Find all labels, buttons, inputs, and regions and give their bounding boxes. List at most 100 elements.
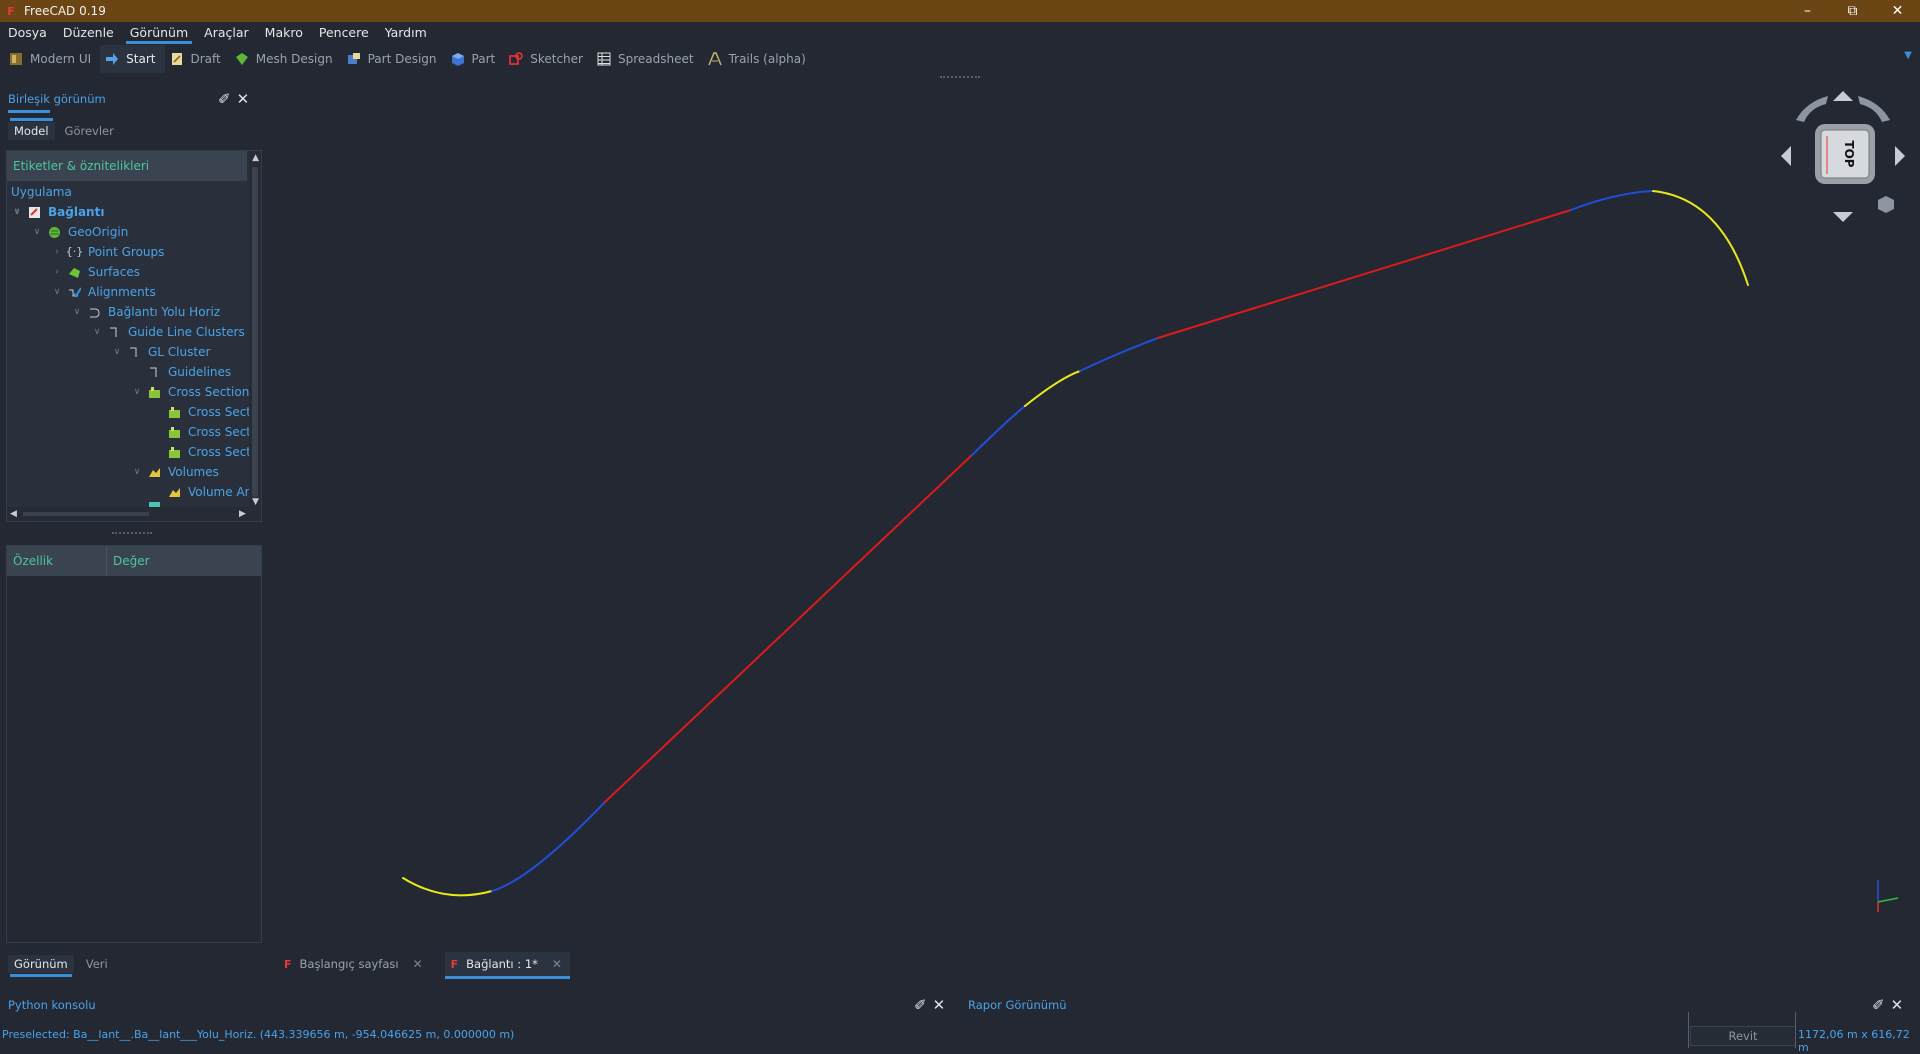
- 3d-viewport[interactable]: [270, 80, 1920, 945]
- freecad-doc-icon: F: [450, 957, 459, 971]
- close-tab-icon[interactable]: ✕: [413, 957, 423, 971]
- window-title: FreeCAD 0.19: [24, 4, 106, 18]
- navigation-style-button[interactable]: Revit: [1690, 1026, 1796, 1046]
- workbench-part[interactable]: Part: [446, 45, 505, 73]
- alignment-tangent-1: [604, 454, 973, 803]
- tree-item-alignments[interactable]: ∨ Alignments: [51, 282, 156, 302]
- workbench-part-design[interactable]: Part Design: [342, 45, 446, 73]
- combo-title-underline: [8, 110, 50, 113]
- tree-item-horizontal-alignment[interactable]: ∨ Bağlantı Yolu Horiz: [71, 302, 220, 322]
- tab-gorevler[interactable]: Görevler: [59, 122, 120, 140]
- expand-arrow-icon[interactable]: ∨: [71, 302, 83, 322]
- expand-arrow-icon[interactable]: ∨: [51, 282, 63, 302]
- close-tab-icon[interactable]: ✕: [552, 957, 562, 971]
- tree-item-cross-section-1[interactable]: Cross Sect: [151, 402, 251, 422]
- tree-item-application[interactable]: Uygulama: [11, 182, 72, 202]
- pin-icon[interactable]: ✐: [1872, 996, 1885, 1014]
- tree-header: Etiketler & öznitelikleri: [7, 151, 247, 181]
- tree-item-point-groups[interactable]: › {·} Point Groups: [51, 242, 164, 262]
- preselection-status: Preselected: Ba__lant__.Ba__lant___Yolu_…: [2, 1028, 515, 1041]
- tab-data-properties[interactable]: Veri: [80, 955, 114, 973]
- toolbar-overflow-chevron-icon[interactable]: ▼: [1904, 50, 1912, 61]
- tree-item-surfaces[interactable]: › Surfaces: [51, 262, 140, 282]
- nav-up-arrow-icon[interactable]: [1833, 91, 1853, 101]
- menu-gorunum[interactable]: Görünüm: [122, 22, 196, 44]
- scroll-down-icon[interactable]: ▼: [252, 497, 259, 507]
- model-tree: Etiketler & öznitelikleri Uygulama ∨ Bağ…: [6, 150, 262, 522]
- tree-item-geoorigin[interactable]: ∨ GeoOrigin: [31, 222, 129, 242]
- nav-down-arrow-icon[interactable]: [1833, 212, 1853, 222]
- tree-horizontal-scrollbar[interactable]: [7, 507, 251, 521]
- tab-view-properties[interactable]: Görünüm: [8, 955, 74, 977]
- tab-document[interactable]: F Bağlantı : 1* ✕: [444, 952, 571, 979]
- menu-yardim[interactable]: Yardım: [377, 22, 435, 44]
- mesh-icon: [234, 51, 250, 67]
- view-menu-cube-icon[interactable]: [1878, 196, 1894, 213]
- workbench-sketcher[interactable]: Sketcher: [504, 45, 592, 73]
- tree-item-volumes[interactable]: ∨ Volumes: [131, 462, 219, 482]
- cross-section-icon: [167, 405, 182, 420]
- minimize-button[interactable]: –: [1785, 0, 1830, 22]
- tree-item-cross-section-2[interactable]: Cross Sect: [151, 422, 251, 442]
- pin-icon[interactable]: ✐: [218, 90, 231, 108]
- view-dimensions: 1172,06 m x 616,72 m: [1798, 1028, 1910, 1054]
- tree-item-cross-sections[interactable]: ∨ Cross Sections: [131, 382, 256, 402]
- tree-item-guide-line-clusters[interactable]: ∨ Guide Line Clusters: [91, 322, 245, 342]
- tree-item-guidelines[interactable]: Guidelines: [131, 362, 231, 382]
- menu-araclar[interactable]: Araçlar: [196, 22, 257, 44]
- python-console-title: Python konsolu: [8, 998, 96, 1012]
- tree-item-document[interactable]: ∨ Bağlantı: [11, 202, 104, 222]
- pin-icon[interactable]: ✐: [914, 996, 927, 1014]
- combo-view-title: Birleşik görünüm: [8, 92, 106, 106]
- toolbar-splitter-grip[interactable]: [940, 76, 980, 78]
- report-view-title: Rapor Görünümü: [968, 998, 1067, 1012]
- restore-button[interactable]: ⧉: [1830, 0, 1875, 22]
- rotate-left-arrow-icon[interactable]: [1796, 96, 1828, 122]
- tree-item-volume-area[interactable]: Volume Ar: [151, 482, 250, 502]
- tab-model[interactable]: Model: [8, 118, 55, 140]
- tree-vertical-scrollbar[interactable]: [249, 151, 261, 521]
- expand-arrow-icon[interactable]: ∨: [31, 222, 43, 242]
- expand-arrow-icon[interactable]: ∨: [111, 342, 123, 362]
- workbench-modern-ui[interactable]: Modern UI: [4, 45, 100, 73]
- start-arrow-icon: [104, 51, 120, 67]
- expand-arrow-icon[interactable]: ∨: [91, 322, 103, 342]
- panel-splitter-grip[interactable]: [112, 532, 152, 534]
- collapse-arrow-icon[interactable]: ›: [51, 242, 63, 262]
- expand-arrow-icon[interactable]: ∨: [131, 462, 143, 482]
- cross-section-icon: [147, 385, 162, 400]
- collapse-arrow-icon[interactable]: ›: [51, 262, 63, 282]
- scroll-left-icon[interactable]: ◀: [10, 509, 17, 519]
- nav-right-arrow-icon[interactable]: [1895, 146, 1905, 166]
- menu-duzenle[interactable]: Düzenle: [55, 22, 122, 44]
- expand-arrow-icon[interactable]: ∨: [11, 202, 23, 222]
- close-panel-icon[interactable]: ✕: [933, 996, 946, 1014]
- menu-dosya[interactable]: Dosya: [0, 22, 55, 44]
- workbench-mesh-design[interactable]: Mesh Design: [230, 45, 342, 73]
- workbench-spreadsheet[interactable]: Spreadsheet: [592, 45, 703, 73]
- value-column-header[interactable]: Değer: [107, 546, 150, 576]
- nav-left-arrow-icon[interactable]: [1781, 146, 1791, 166]
- document-icon: [27, 205, 42, 220]
- close-panel-icon[interactable]: ✕: [1891, 996, 1904, 1014]
- axis-triad: [1877, 880, 1899, 912]
- menu-pencere[interactable]: Pencere: [311, 22, 377, 44]
- property-column-header[interactable]: Özellik: [7, 546, 107, 576]
- tab-start-page[interactable]: F Başlangıç sayfası ✕: [278, 952, 431, 976]
- tree-item-gl-cluster[interactable]: ∨ GL Cluster: [111, 342, 211, 362]
- spreadsheet-icon: [596, 51, 612, 67]
- scroll-up-icon[interactable]: ▲: [252, 153, 259, 163]
- workbench-start[interactable]: Start: [100, 45, 165, 73]
- expand-arrow-icon[interactable]: ∨: [131, 382, 143, 402]
- navigation-cube[interactable]: TOP: [1778, 88, 1908, 228]
- scroll-right-icon[interactable]: ▶: [239, 509, 246, 519]
- menu-makro[interactable]: Makro: [257, 22, 311, 44]
- tree-item-cross-section-3[interactable]: Cross Sect: [151, 442, 251, 462]
- close-panel-icon[interactable]: ✕: [237, 90, 250, 108]
- freecad-logo-icon: F: [7, 4, 15, 18]
- rotate-right-arrow-icon[interactable]: [1858, 96, 1890, 122]
- workbench-draft[interactable]: Draft: [165, 45, 230, 73]
- close-window-button[interactable]: ✕: [1875, 0, 1920, 22]
- workbench-trails[interactable]: Trails (alpha): [703, 45, 815, 73]
- draft-icon: [169, 51, 185, 67]
